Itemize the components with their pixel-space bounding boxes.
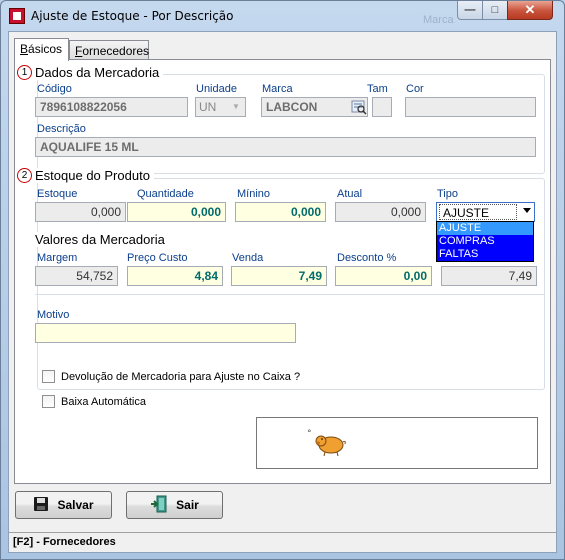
tam-label: Tam: [367, 83, 388, 95]
salvar-button[interactable]: Salvar: [15, 491, 112, 519]
divider: [35, 294, 545, 295]
descricao-label: Descrição: [37, 123, 86, 135]
preco-custo-label: Preço Custo: [127, 252, 188, 264]
desconto-label: Desconto %: [337, 252, 397, 264]
maximize-icon: □: [491, 4, 499, 16]
section-number-2: 2: [17, 168, 32, 183]
marca-lookup-icon[interactable]: [351, 99, 367, 115]
valores-mercadoria-title: Valores da Mercadoria: [35, 232, 169, 247]
exit-door-icon: [150, 495, 168, 516]
motivo-field[interactable]: [35, 323, 296, 343]
codigo-label: Código: [37, 83, 72, 95]
atual-field[interactable]: 0,000: [335, 202, 426, 222]
salvar-label: Salvar: [57, 498, 94, 512]
tipo-option-compras[interactable]: COMPRAS: [437, 235, 533, 248]
baixa-automatica-label: Baixa Automática: [61, 395, 146, 408]
svg-text:°: °: [307, 429, 312, 439]
status-bar: [F2] - Fornecedores: [9, 532, 556, 552]
unidade-select[interactable]: UN ▼: [195, 97, 246, 117]
margem-label: Margem: [37, 252, 78, 264]
product-image-box: °: [256, 417, 538, 469]
minimo-field[interactable]: 0,000: [235, 202, 326, 222]
sair-button[interactable]: Sair: [126, 491, 223, 519]
pig-mascot-icon: °: [307, 428, 347, 461]
dados-mercadoria-title: Dados da Mercadoria: [35, 65, 164, 80]
motivo-label: Motivo: [37, 309, 70, 321]
tab-fornecedores[interactable]: Fornecedores: [69, 40, 149, 61]
checkbox-box: [42, 395, 55, 408]
close-icon: ✕: [524, 2, 536, 17]
venda-label: Venda: [232, 252, 264, 264]
estoque-label: Estoque: [37, 188, 78, 200]
atual-label: Atual: [337, 188, 363, 200]
quantidade-label: Quantidade: [137, 188, 194, 200]
tipo-select[interactable]: AJUSTE: [436, 202, 535, 222]
section-number-1: 1: [17, 65, 32, 80]
cor-field[interactable]: [405, 97, 536, 117]
tipo-label: Tipo: [437, 188, 458, 200]
valor-final-field[interactable]: 7,49: [441, 266, 537, 286]
chevron-down-icon: ▼: [232, 102, 240, 111]
unidade-label: Unidade: [196, 83, 237, 95]
quantidade-field[interactable]: 0,000: [127, 202, 226, 222]
app-icon: [9, 8, 25, 24]
cor-label: Cor: [406, 83, 424, 95]
main-window: Ajuste de Estoque - Por Descrição Marca …: [0, 0, 565, 560]
close-button[interactable]: ✕: [507, 1, 553, 20]
venda-field[interactable]: 7,49: [231, 266, 327, 286]
preco-custo-field[interactable]: 4,84: [127, 266, 223, 286]
background-window-text: Marca: [423, 14, 454, 26]
minimize-icon: —: [464, 4, 476, 16]
tab-panel-basicos: 1 Dados da Mercadoria Código 78961088220…: [14, 59, 551, 484]
tab-basicos[interactable]: Básicos: [14, 38, 69, 61]
marca-label: Marca: [262, 83, 293, 95]
sair-label: Sair: [176, 498, 199, 512]
descricao-field[interactable]: AQUALIFE 15 ML: [35, 137, 536, 157]
tipo-option-ajuste[interactable]: AJUSTE: [437, 222, 533, 235]
save-icon: [33, 496, 49, 515]
minimo-label: Mínino: [237, 188, 271, 200]
baixa-automatica-checkbox[interactable]: Baixa Automática: [42, 395, 146, 408]
client-area: Básicos Fornecedores 1 Dados da Mercador…: [8, 31, 557, 553]
title-bar[interactable]: Ajuste de Estoque - Por Descrição Marca …: [1, 1, 564, 31]
tipo-option-faltas[interactable]: FALTAS: [437, 248, 533, 261]
minimize-button[interactable]: —: [457, 1, 483, 20]
tipo-selected-value: AJUSTE: [439, 204, 517, 220]
tam-field[interactable]: [372, 97, 392, 117]
maximize-button[interactable]: □: [482, 1, 508, 20]
window-title: Ajuste de Estoque - Por Descrição: [31, 9, 234, 23]
codigo-field[interactable]: 7896108822056: [35, 97, 188, 117]
margem-field[interactable]: 54,752: [35, 266, 118, 286]
devolucao-checkbox[interactable]: Devolução de Mercadoria para Ajuste no C…: [42, 370, 300, 383]
estoque-field[interactable]: 0,000: [35, 202, 126, 222]
devolucao-label: Devolução de Mercadoria para Ajuste no C…: [61, 370, 301, 383]
checkbox-box: [42, 370, 55, 383]
estoque-produto-title: Estoque do Produto: [35, 168, 154, 183]
tipo-dropdown-list: AJUSTE COMPRAS FALTAS: [436, 221, 534, 262]
chevron-down-icon: [523, 208, 531, 213]
desconto-field[interactable]: 0,00: [335, 266, 432, 286]
